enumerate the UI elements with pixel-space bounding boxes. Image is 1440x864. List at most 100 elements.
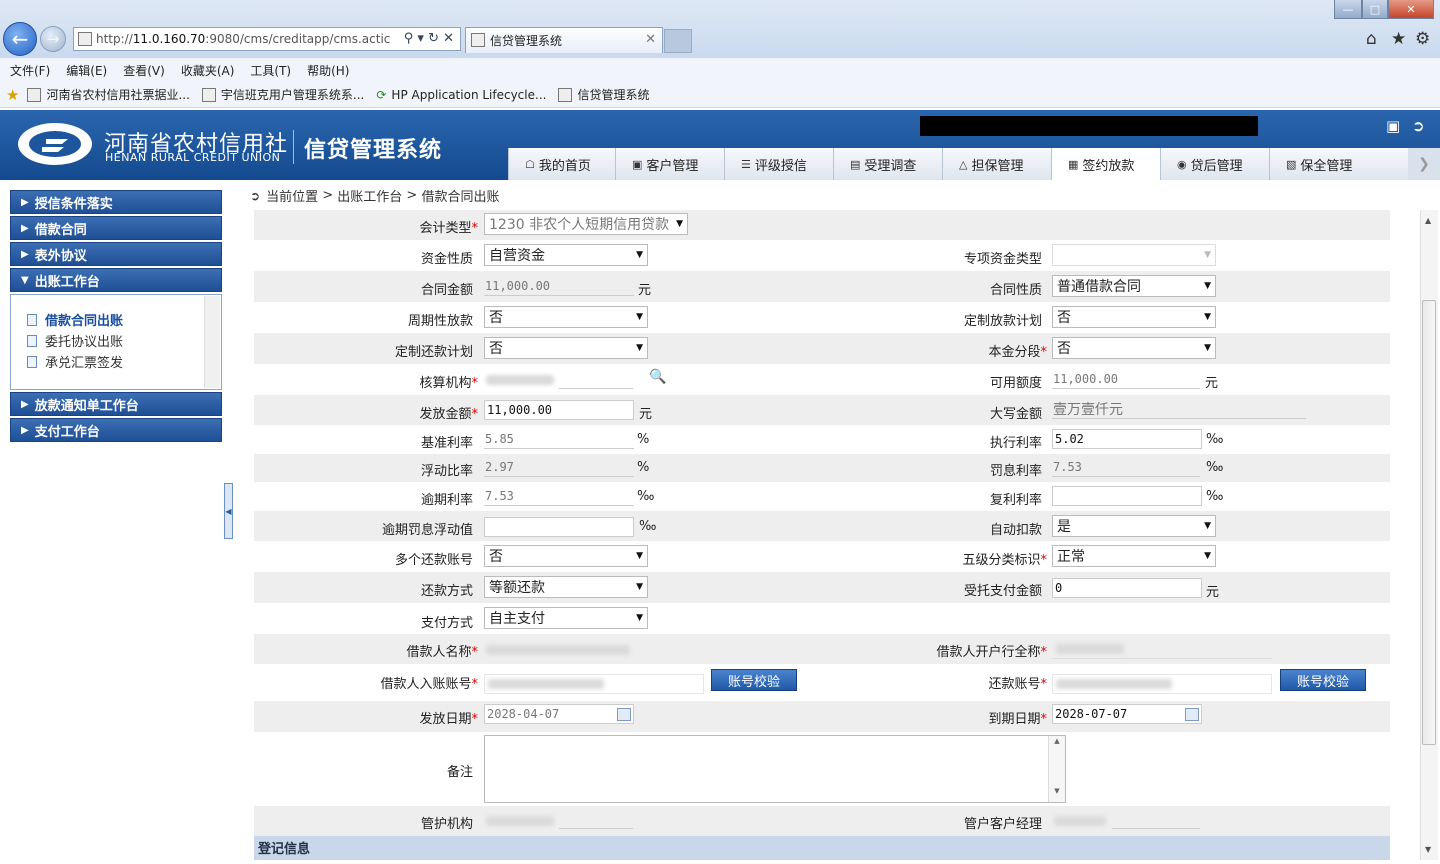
back-button[interactable]: ← (3, 22, 37, 56)
available-amount-value: 11,000.00 (1052, 369, 1200, 389)
periodic-loan-label: 周期性放款 (407, 314, 473, 329)
contract-nature-select[interactable]: 普通借款合同 ▼ (1052, 275, 1216, 297)
tab-home[interactable]: ☖ 我的首页 (508, 148, 615, 180)
rating-icon: ☰ (741, 157, 751, 171)
sidebar-item-contract-disburse[interactable]: 借款合同出账 (27, 309, 221, 330)
issue-date-input[interactable]: 2028-04-07 (484, 704, 634, 724)
address-bar-icons[interactable]: ⚲ ▾ ↻ ✕ (404, 31, 454, 46)
tab-survey[interactable]: ▤ 受理调查 (833, 148, 942, 180)
favorite-link[interactable]: 宇信班克用户管理系统系... (201, 86, 364, 103)
exec-rate-label: 执行利率 (989, 436, 1042, 451)
tab-post-loan[interactable]: ◉ 贷后管理 (1160, 148, 1269, 180)
calendar-icon[interactable] (1185, 708, 1199, 721)
menu-view[interactable]: 查看(V) (123, 62, 165, 79)
sidebar-item-entrust-disburse[interactable]: 委托协议出账 (27, 330, 221, 351)
exec-rate-input[interactable]: 5.02 (1052, 429, 1202, 449)
sidebar-section[interactable]: ▶ 借款合同 (10, 216, 222, 240)
sidebar-section[interactable]: ▶ 放款通知单工作台 (10, 392, 222, 416)
page-scrollbar-thumb[interactable] (1422, 300, 1436, 745)
address-bar[interactable]: http://11.0.160.70:9080/cms/creditapp/cm… (73, 27, 461, 51)
pay-method-select[interactable]: 自主支付 ▼ (484, 607, 648, 629)
principal-segment-select[interactable]: 否 ▼ (1052, 337, 1216, 359)
new-tab-button[interactable] (664, 29, 692, 53)
submenu-scrollbar[interactable] (204, 296, 220, 388)
textarea-scrollbar[interactable]: ▲ ▼ (1048, 736, 1065, 802)
logout-icon[interactable]: ➲ (1412, 117, 1425, 135)
favorite-link[interactable]: ⟳ HP Application Lifecycle... (376, 88, 546, 102)
special-fund-type-select[interactable]: ▼ (1052, 244, 1216, 266)
tab-rating[interactable]: ☰ 评级授信 (724, 148, 833, 180)
sidebar-section[interactable]: ▶ 表外协议 (10, 242, 222, 266)
verify-repay-account-button[interactable]: 账号校验 (1280, 669, 1366, 691)
repay-method-select[interactable]: 等额还款 ▼ (484, 576, 648, 598)
breadcrumb-label: 当前位置 (266, 190, 319, 205)
tab-guarantee[interactable]: △ 担保管理 (942, 148, 1051, 180)
menu-favorites[interactable]: 收藏夹(A) (181, 62, 235, 79)
nav-scroll-right-icon[interactable]: ❯ (1408, 148, 1440, 180)
favorite-link[interactable]: 信贷管理系统 (558, 86, 649, 103)
close-window-button[interactable]: ✕ (1388, 0, 1434, 19)
due-date-input[interactable]: 2028-07-07 (1052, 704, 1202, 724)
scroll-up-icon[interactable]: ▲ (1425, 216, 1431, 225)
minimize-button[interactable]: — (1334, 0, 1362, 19)
remark-textarea[interactable]: ▲ ▼ (484, 735, 1066, 803)
forward-button[interactable]: → (40, 26, 66, 52)
sidebar-section[interactable]: ▶ 支付工作台 (10, 418, 222, 442)
register-info-section-header[interactable]: 登记信息 (254, 836, 1390, 860)
custody-org-field (559, 809, 633, 829)
sidebar-item-draft-issue[interactable]: 承兑汇票签发 (27, 351, 221, 372)
scroll-down-icon[interactable]: ▼ (1425, 845, 1431, 854)
amount-in-words-value: 壹万壹仟元 (1052, 399, 1306, 419)
tab-signing[interactable]: ▦ 签约放款 (1051, 148, 1160, 180)
browser-tab[interactable]: 信贷管理系统 ✕ (465, 27, 663, 53)
entrusted-pay-amount-input[interactable]: 0 (1052, 578, 1202, 598)
favorites-star-icon[interactable]: ★ (1391, 29, 1406, 49)
collapse-arrow-icon: ▼ (21, 274, 29, 286)
compound-rate-input[interactable] (1052, 486, 1202, 506)
redacted-value (486, 645, 630, 655)
custom-repay-plan-select[interactable]: 否 ▼ (484, 337, 648, 359)
multi-repay-account-select[interactable]: 否 ▼ (484, 545, 648, 567)
document-icon (27, 334, 37, 347)
url-prefix: http:// (96, 32, 133, 46)
form-row: 浮动比率 2.97 % 罚息利率 7.53 ‰ (254, 454, 1390, 482)
base-rate-value: 5.85 (484, 429, 634, 449)
loan-amount-label: 发放金额* (419, 407, 478, 422)
unit-label: ‰ (1206, 432, 1224, 447)
menu-tools[interactable]: 工具(T) (250, 62, 291, 79)
loan-amount-input[interactable]: 11,000.00 (484, 400, 634, 420)
tab-label: 受理调查 (864, 158, 917, 174)
menu-edit[interactable]: 编辑(E) (66, 62, 107, 79)
sidebar-section[interactable]: ▶ 授信条件落实 (10, 190, 222, 214)
verify-borrower-account-button[interactable]: 账号校验 (711, 669, 797, 691)
calendar-icon[interactable] (617, 708, 631, 721)
tab-close-icon[interactable]: ✕ (645, 32, 656, 47)
menu-help[interactable]: 帮助(H) (307, 62, 349, 79)
chevron-down-icon: ▼ (636, 343, 643, 353)
favorite-link[interactable]: 河南省农村信用社票据业... (27, 86, 190, 103)
settings-gear-icon[interactable]: ⚙ (1415, 29, 1430, 49)
credit-union-logo-icon (18, 123, 92, 165)
breadcrumb-item[interactable]: 出账工作台 (337, 186, 402, 205)
periodic-loan-select[interactable]: 否 ▼ (484, 306, 648, 328)
remark-label: 备注 (446, 765, 473, 780)
favorites-star-icon[interactable]: ★ (6, 86, 19, 104)
menu-file[interactable]: 文件(F) (10, 62, 50, 79)
accounting-type-select[interactable]: 1230 非农个人短期信用贷款 ▼ (484, 213, 688, 235)
sidebar-collapse-handle[interactable]: ◀ (224, 483, 233, 539)
auto-deduct-select[interactable]: 是 ▼ (1052, 515, 1216, 537)
document-icon (27, 313, 37, 326)
amount-in-words-label: 大写金额 (989, 407, 1042, 422)
overdue-float-input[interactable] (484, 517, 634, 537)
fund-nature-select[interactable]: 自营资金 ▼ (484, 244, 648, 266)
maximize-button[interactable]: □ (1362, 0, 1388, 19)
custom-loan-plan-select[interactable]: 否 ▼ (1052, 306, 1216, 328)
contract-amount-label: 合同金额 (420, 283, 473, 298)
home-icon[interactable]: ⌂ (1366, 29, 1377, 49)
tab-preservation[interactable]: ▧ 保全管理 (1269, 148, 1408, 180)
search-icon[interactable]: 🔍 (649, 369, 666, 385)
monitor-icon[interactable]: ▣ (1386, 117, 1400, 135)
sidebar-section-expanded[interactable]: ▼ 出账工作台 (10, 268, 222, 292)
five-class-select[interactable]: 正常 ▼ (1052, 545, 1216, 567)
tab-customer[interactable]: ▣ 客户管理 (615, 148, 724, 180)
